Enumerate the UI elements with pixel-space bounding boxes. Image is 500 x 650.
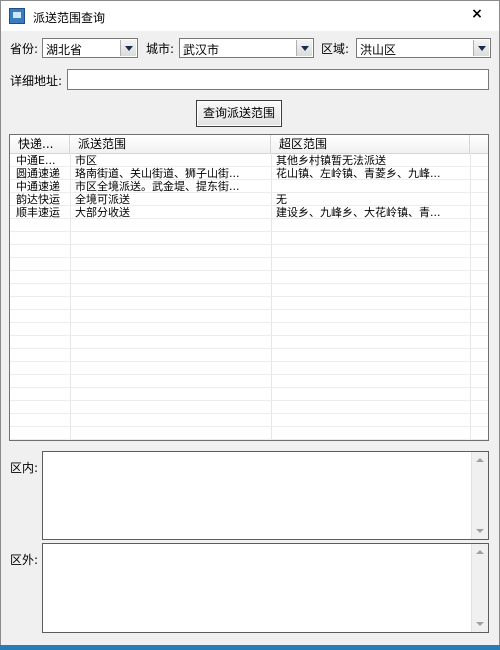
row-delivery-range: 市区全境派送。武金堤、提东街...	[75, 180, 240, 193]
district-value: 洪山区	[360, 43, 397, 57]
row-gridline	[10, 270, 488, 271]
row-gridline	[10, 257, 488, 258]
row-courier: 韵达快运	[16, 193, 60, 206]
column-header-courier[interactable]: 快递...	[10, 135, 70, 153]
scroll-up-icon[interactable]	[476, 550, 484, 554]
inside-area-label: 区内:	[10, 461, 39, 475]
row-gridline	[10, 348, 488, 349]
row-courier: 顺丰速运	[16, 206, 60, 219]
city-label: 城市:	[146, 42, 175, 56]
inside-area-textarea[interactable]	[42, 451, 489, 540]
row-gridline	[10, 387, 488, 388]
row-gridline	[10, 361, 488, 362]
row-gridline	[10, 283, 488, 284]
table-header: 快递... 派送范围 超区范围	[10, 135, 488, 154]
district-select[interactable]: 洪山区	[356, 38, 491, 58]
province-select[interactable]: 湖北省	[42, 38, 138, 58]
column-header-out-of-range[interactable]: 超区范围	[271, 135, 470, 153]
row-courier: 中通速递	[16, 180, 60, 193]
table-row[interactable]: 韵达快运 全境可派送 无	[10, 193, 488, 206]
table-row[interactable]: 顺丰速运 大部分收送 建设乡、九峰乡、大花岭镇、青...	[10, 206, 488, 219]
query-window: 派送范围查询 × 省份: 湖北省 城市: 武汉市 区域: 洪山区 详细地址: 查…	[0, 0, 500, 650]
close-button[interactable]: ×	[463, 3, 491, 25]
table-row[interactable]: 中通速递 市区全境派送。武金堤、提东街...	[10, 180, 488, 193]
scroll-down-icon[interactable]	[476, 622, 484, 626]
province-value: 湖北省	[46, 43, 83, 57]
window-title: 派送范围查询	[33, 11, 106, 25]
scroll-up-icon[interactable]	[476, 458, 484, 462]
row-delivery-range: 珞南街道、关山街道、狮子山街...	[75, 167, 240, 180]
district-label: 区域:	[321, 42, 350, 56]
row-gridline	[10, 322, 488, 323]
row-delivery-range: 大部分收送	[75, 206, 130, 219]
row-gridline	[10, 244, 488, 245]
row-gridline	[10, 296, 488, 297]
row-gridline	[10, 374, 488, 375]
row-delivery-range: 市区	[75, 154, 97, 167]
vertical-scrollbar[interactable]	[471, 452, 488, 539]
chevron-down-icon[interactable]	[296, 40, 312, 56]
vertical-scrollbar[interactable]	[471, 544, 488, 632]
row-gridline	[10, 426, 488, 427]
row-out-of-range	[276, 180, 466, 193]
column-header-delivery-range[interactable]: 派送范围	[70, 135, 271, 153]
row-gridline	[10, 439, 488, 440]
scroll-down-icon[interactable]	[476, 529, 484, 533]
row-courier: 圆通速递	[16, 167, 60, 180]
chevron-down-icon[interactable]	[120, 40, 136, 56]
table-row[interactable]: 圆通速递 珞南街道、关山街道、狮子山街... 花山镇、左岭镇、青菱乡、九峰...	[10, 167, 488, 180]
outside-area-label: 区外:	[10, 553, 39, 567]
row-out-of-range: 建设乡、九峰乡、大花岭镇、青...	[276, 206, 441, 219]
app-icon	[9, 8, 25, 24]
row-gridline	[10, 413, 488, 414]
province-label: 省份:	[10, 42, 39, 56]
address-input[interactable]	[67, 69, 489, 90]
table-row[interactable]: 中通E... 市区 其他乡村镇暂无法派送	[10, 154, 488, 167]
row-delivery-range: 全境可派送	[75, 193, 130, 206]
row-gridline	[10, 231, 488, 232]
bottom-accent-bar	[0, 645, 500, 650]
title-bar: 派送范围查询 ×	[1, 1, 499, 31]
query-range-button[interactable]: 查询派送范围	[196, 100, 282, 127]
chevron-down-icon[interactable]	[473, 40, 489, 56]
result-table[interactable]: 快递... 派送范围 超区范围 中通E... 市区 其他乡村镇暂无法派送 圆通速…	[9, 134, 489, 441]
address-label: 详细地址:	[10, 74, 63, 88]
row-gridline	[10, 335, 488, 336]
row-gridline	[10, 400, 488, 401]
row-out-of-range: 其他乡村镇暂无法派送	[276, 154, 386, 167]
city-value: 武汉市	[183, 43, 220, 57]
row-courier: 中通E...	[16, 154, 56, 167]
outside-area-textarea[interactable]	[42, 543, 489, 633]
row-out-of-range: 无	[276, 193, 287, 206]
row-out-of-range: 花山镇、左岭镇、青菱乡、九峰...	[276, 167, 441, 180]
row-gridline	[10, 309, 488, 310]
city-select[interactable]: 武汉市	[179, 38, 314, 58]
